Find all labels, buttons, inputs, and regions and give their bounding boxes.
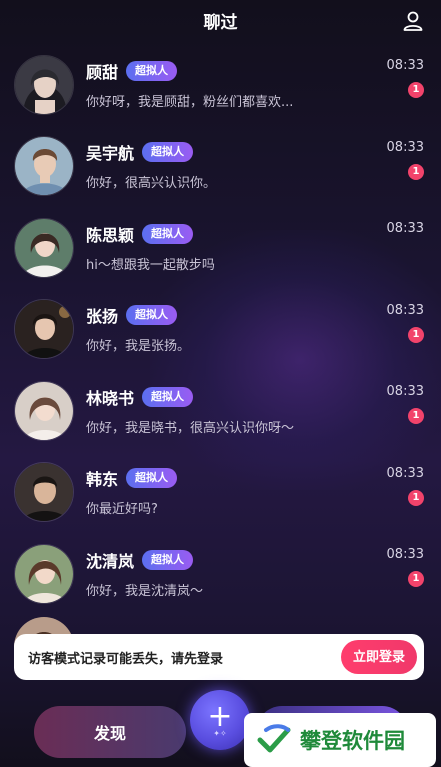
last-message: 你好，我是晓书，很高兴认识你呀～ bbox=[86, 420, 295, 436]
unread-badge: 1 bbox=[408, 489, 424, 506]
avatar bbox=[14, 54, 74, 115]
ai-badge: 超拟人 bbox=[126, 60, 178, 81]
ai-badge: 超拟人 bbox=[126, 468, 178, 489]
last-message: 你好，我是沈清岚～ bbox=[86, 583, 204, 599]
conversation-item[interactable]: 韩东 超拟人 你最近好吗? 08:33 1 bbox=[0, 452, 441, 534]
ai-badge: 超拟人 bbox=[142, 142, 194, 163]
conversation-item[interactable]: 吴宇航 超拟人 你好，很高兴认识你。 08:33 1 bbox=[0, 126, 441, 208]
page-title: 聊过 bbox=[203, 12, 238, 33]
unread-badge: 1 bbox=[408, 82, 424, 98]
last-message: 你好，我是张扬。 bbox=[86, 339, 191, 355]
unread-badge: 1 bbox=[408, 571, 424, 587]
contact-name: 顾甜 bbox=[86, 62, 119, 82]
contact-name: 沈清岚 bbox=[86, 551, 135, 571]
message-time: 08:33 bbox=[386, 221, 424, 236]
message-time: 08:33 bbox=[386, 465, 424, 481]
avatar bbox=[14, 543, 74, 604]
ai-badge: 超拟人 bbox=[142, 386, 194, 407]
contact-name: 陈思颖 bbox=[86, 225, 135, 245]
message-time: 08:33 bbox=[386, 139, 424, 155]
watermark-icon bbox=[257, 724, 291, 753]
contact-name: 吴宇航 bbox=[86, 144, 135, 164]
last-message: 你好，很高兴认识你。 bbox=[86, 176, 217, 192]
message-time: 08:33 bbox=[386, 302, 424, 318]
last-message: 你最近好吗? bbox=[86, 502, 158, 518]
watermark-logo: 攀登软件园 bbox=[244, 713, 436, 767]
ai-badge: 超拟人 bbox=[142, 223, 194, 244]
message-time: 08:33 bbox=[386, 58, 424, 73]
tab-discover[interactable]: 发现 bbox=[34, 706, 186, 758]
unread-badge: 1 bbox=[408, 408, 424, 424]
ai-badge: 超拟人 bbox=[142, 549, 194, 570]
contact-name: 韩东 bbox=[86, 470, 119, 490]
avatar bbox=[14, 380, 74, 441]
avatar bbox=[14, 299, 74, 360]
sparkle-icon: ✦✧ bbox=[213, 729, 227, 738]
tab-discover-label: 发现 bbox=[93, 724, 126, 743]
unread-badge: 1 bbox=[408, 326, 424, 343]
message-time: 08:33 bbox=[386, 547, 424, 562]
conversation-list: 顾甜 超拟人 你好呀，我是顾甜，粉丝们都喜欢... 08:33 1 吴宇航 超拟… bbox=[0, 44, 441, 615]
toast-text: 访客模式记录可能丢失，请先登录 bbox=[28, 651, 224, 667]
avatar bbox=[14, 462, 74, 523]
guest-mode-toast: 访客模式记录可能丢失，请先登录 立即登录 bbox=[14, 634, 424, 680]
plus-icon: + bbox=[207, 699, 233, 734]
message-time: 08:33 bbox=[386, 384, 424, 399]
avatar bbox=[14, 217, 74, 278]
last-message: 你好呀，我是顾甜，粉丝们都喜欢... bbox=[86, 94, 294, 110]
ai-badge: 超拟人 bbox=[126, 305, 178, 326]
watermark-text: 攀登软件园 bbox=[300, 729, 405, 753]
contact-name: 林晓书 bbox=[86, 388, 135, 408]
user-icon[interactable] bbox=[401, 9, 425, 33]
conversation-item[interactable]: 陈思颖 超拟人 hi～想跟我一起散步吗 08:33 bbox=[0, 207, 441, 289]
contact-name: 张扬 bbox=[86, 307, 119, 327]
conversation-item[interactable]: 顾甜 超拟人 你好呀，我是顾甜，粉丝们都喜欢... 08:33 1 bbox=[0, 44, 441, 126]
app-header: 聊过 bbox=[0, 0, 441, 40]
create-button[interactable]: + ✦✧ bbox=[190, 690, 250, 750]
conversation-item[interactable]: 林晓书 超拟人 你好，我是晓书，很高兴认识你呀～ 08:33 1 bbox=[0, 370, 441, 452]
login-button[interactable]: 立即登录 bbox=[340, 640, 417, 674]
conversation-item[interactable]: 沈清岚 超拟人 你好，我是沈清岚～ 08:33 1 bbox=[0, 533, 441, 615]
last-message: hi～想跟我一起散步吗 bbox=[86, 257, 215, 273]
conversation-item[interactable]: 张扬 超拟人 你好，我是张扬。 08:33 1 bbox=[0, 289, 441, 371]
unread-badge: 1 bbox=[408, 163, 424, 180]
avatar bbox=[14, 136, 74, 197]
